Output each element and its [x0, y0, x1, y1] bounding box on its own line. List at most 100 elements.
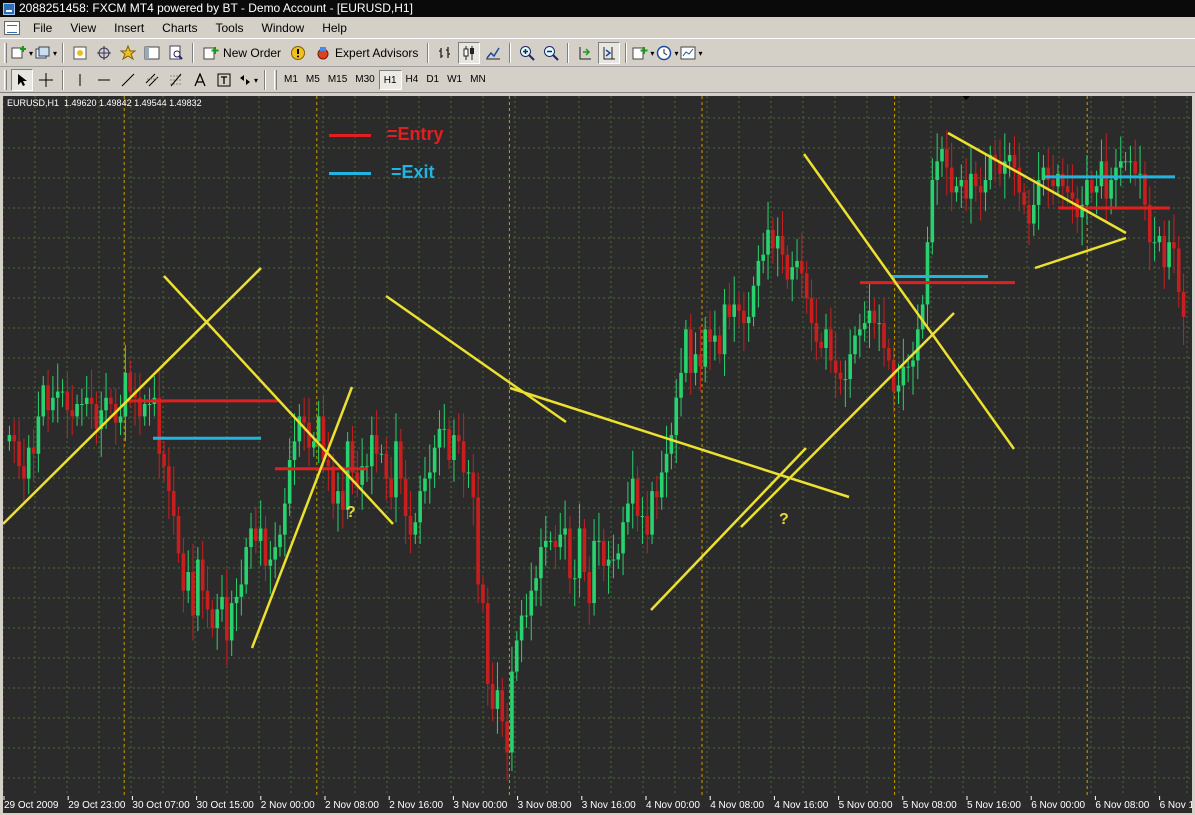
equidistant-channel-button[interactable] [141, 69, 163, 91]
zoom-in-button[interactable] [516, 42, 538, 64]
candle-body [669, 435, 674, 454]
vertical-line-button[interactable] [69, 69, 91, 91]
expert-advisors-label: Expert Advisors [335, 46, 419, 60]
periods-button[interactable]: ▾ [656, 42, 678, 64]
profiles-button[interactable]: ▾ [35, 42, 57, 64]
candle-body [829, 329, 833, 361]
line-chart-button[interactable] [482, 42, 504, 64]
horizontal-line-button[interactable] [93, 69, 115, 91]
candle-body [775, 236, 780, 249]
menu-help[interactable]: Help [313, 18, 356, 38]
candle-body [814, 323, 819, 342]
new-order-button[interactable]: New Order [199, 42, 285, 64]
bar-chart-button[interactable] [434, 42, 456, 64]
candle-body [147, 404, 152, 405]
timeframe-m30[interactable]: M30 [351, 70, 378, 90]
timeframe-w1[interactable]: W1 [443, 70, 466, 90]
clock-icon [657, 45, 672, 61]
candle-body [341, 491, 345, 510]
candle-body [17, 441, 21, 467]
price-chart[interactable]: 29 Oct 2009 29 Oct 23:00 30 Oct 07:00 30 Oc… [3, 96, 1192, 813]
toolbar-grip[interactable] [4, 70, 7, 90]
candle-body [456, 435, 461, 442]
timeframe-m5[interactable]: M5 [302, 70, 324, 90]
candle-body [481, 584, 485, 604]
candle-body [621, 522, 625, 554]
candle-body [326, 460, 331, 467]
timeframe-m15[interactable]: M15 [324, 70, 351, 90]
timeframe-mn[interactable]: MN [466, 70, 490, 90]
candle-body [1065, 186, 1070, 193]
candle-body [1089, 180, 1094, 193]
candle-body [940, 148, 944, 162]
candle-body [60, 391, 65, 393]
candle-body [312, 441, 316, 448]
menu-window[interactable]: Window [253, 18, 314, 38]
candlestick-chart-button[interactable] [458, 42, 481, 64]
candle-body [635, 478, 640, 516]
candle-body [89, 397, 94, 404]
timeframe-m1[interactable]: M1 [280, 70, 302, 90]
candle-body [234, 596, 239, 604]
strategy-tester-button[interactable] [165, 42, 187, 64]
candle-body [1143, 173, 1147, 205]
time-tick-label: 2 Nov 00:00 [261, 800, 315, 811]
candle-body [1133, 161, 1138, 174]
trendline-icon [121, 73, 135, 87]
chart-shift-button[interactable] [598, 42, 621, 64]
data-window-button[interactable] [93, 42, 115, 64]
cursor-tool-button[interactable] [11, 69, 33, 91]
menu-insert[interactable]: Insert [105, 18, 153, 38]
menu-view[interactable]: View [61, 18, 105, 38]
candle-body [959, 180, 964, 187]
autoscroll-button[interactable] [574, 42, 596, 64]
market-watch-button[interactable] [69, 42, 91, 64]
magnifier-doc-icon [169, 45, 183, 60]
time-tick-label: 29 Oct 23:00 [68, 800, 126, 811]
text-button[interactable] [189, 69, 211, 91]
text-a-icon [194, 73, 206, 87]
candle-body [1147, 204, 1152, 243]
candle-body [379, 453, 384, 455]
candle-body [171, 491, 176, 516]
candle-body [650, 491, 654, 535]
candle-body [12, 435, 17, 442]
alert-button[interactable] [287, 42, 309, 64]
menu-tools[interactable]: Tools [207, 18, 253, 38]
candle-body [524, 615, 529, 617]
menu-charts[interactable]: Charts [153, 18, 206, 38]
candle-body [848, 354, 852, 380]
candle-body [751, 285, 756, 317]
candle-body [727, 304, 732, 317]
fibonacci-button[interactable] [165, 69, 187, 91]
indicators-button[interactable]: ▾ [632, 42, 654, 64]
expert-advisors-button[interactable]: Expert Advisors [311, 42, 422, 64]
menu-file[interactable]: File [24, 18, 61, 38]
timeframe-h4[interactable]: H4 [402, 70, 423, 90]
candle-body [1181, 292, 1186, 317]
timeframe-d1[interactable]: D1 [422, 70, 443, 90]
navigator-star-icon [120, 45, 137, 61]
terminal-button[interactable] [141, 42, 163, 64]
chart-window-icon[interactable] [4, 20, 20, 35]
arrows-button[interactable]: ▾ [237, 69, 259, 91]
new-chart-button[interactable]: ▾ [11, 42, 33, 64]
trendline-button[interactable] [117, 69, 139, 91]
candle-body [336, 491, 340, 504]
zoom-out-button[interactable] [540, 42, 562, 64]
candle-body [1118, 161, 1123, 168]
templates-button[interactable]: ▾ [680, 42, 702, 64]
candle-body [568, 528, 572, 579]
candle-body [616, 553, 621, 560]
candle-body [128, 372, 133, 392]
candle-body [1085, 180, 1089, 205]
navigator-button[interactable] [117, 42, 139, 64]
chart-shift-icon [603, 47, 616, 60]
candle-body [684, 329, 688, 373]
timeframe-h1[interactable]: H1 [378, 70, 402, 90]
toolbar-grip[interactable] [274, 70, 277, 90]
toolbar-grip[interactable] [4, 43, 7, 63]
crosshair-tool-button[interactable] [35, 69, 57, 91]
text-label-button[interactable] [213, 69, 235, 91]
candle-body [916, 329, 920, 361]
